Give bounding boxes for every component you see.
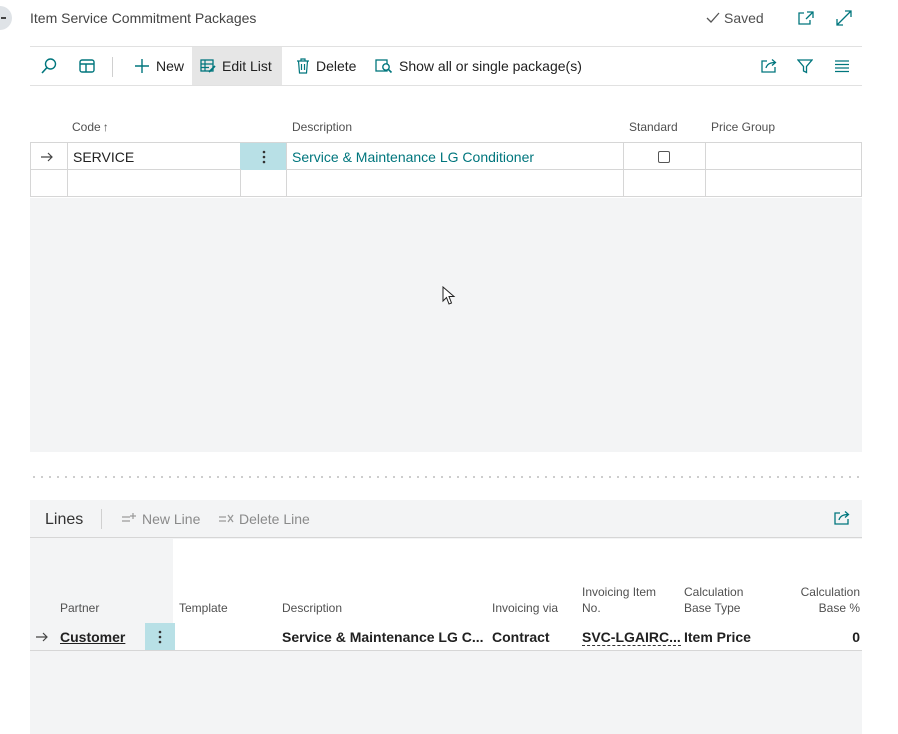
plus-icon: [135, 59, 149, 73]
page-title: Item Service Commitment Packages: [30, 10, 257, 26]
share-button[interactable]: [752, 47, 786, 85]
column-header-code[interactable]: Code ↑: [72, 120, 109, 134]
back-button[interactable]: [0, 6, 12, 30]
cell-border: [67, 143, 68, 169]
lines-divider: [101, 509, 102, 529]
row-arrow-icon: [36, 632, 48, 642]
header-line: Invoicing Item: [582, 585, 657, 599]
invoicing-via-cell[interactable]: Contract: [492, 629, 550, 645]
column-header-standard[interactable]: Standard: [629, 120, 678, 134]
column-header-partner[interactable]: Partner: [60, 600, 99, 616]
part-splitter[interactable]: [30, 476, 862, 478]
new-button[interactable]: New: [126, 47, 192, 85]
edit-list-icon: [200, 59, 216, 73]
list-empty-area: [30, 198, 862, 452]
more-vertical-icon: [158, 630, 162, 643]
title-bar: Item Service Commitment Packages Saved: [30, 0, 862, 36]
cell-border: [705, 143, 706, 169]
cell-border: [861, 143, 862, 169]
layout-button[interactable]: [70, 47, 104, 85]
cell-border: [286, 169, 287, 196]
mouse-cursor-icon: [442, 286, 456, 305]
row-arrow-icon: [41, 152, 53, 162]
expand-icon[interactable]: [834, 8, 854, 28]
lines-part: Lines New Line Delete Line Partner Templ…: [30, 500, 862, 734]
description-cell[interactable]: Service & Maintenance LG C...: [282, 629, 484, 645]
column-header-description[interactable]: Description: [282, 600, 342, 616]
toolbar-divider: [112, 57, 113, 77]
popout-icon[interactable]: [796, 8, 816, 28]
filter-button[interactable]: [789, 47, 821, 85]
delete-label: Delete: [316, 58, 357, 74]
table-row[interactable]: Customer Service & Maintenance LG C... C…: [30, 623, 862, 651]
column-header-invoicing-item-no[interactable]: Invoicing Item No.: [582, 584, 656, 616]
checkmark-icon: [706, 12, 720, 23]
cell-border: [240, 169, 241, 196]
search-button[interactable]: [32, 47, 66, 85]
column-header-description[interactable]: Description: [292, 120, 352, 134]
cell-border: [623, 169, 624, 196]
cell-border: [67, 169, 68, 196]
header-line: Calculation: [800, 585, 860, 599]
filter-icon: [797, 59, 813, 74]
lines-table: Partner Template Description Invoicing v…: [30, 539, 862, 734]
header-line: No.: [582, 601, 601, 615]
show-all-button[interactable]: Show all or single package(s): [367, 47, 590, 85]
saved-label: Saved: [724, 10, 764, 26]
delete-button[interactable]: Delete: [288, 47, 364, 85]
column-header-invoicing-via[interactable]: Invoicing via: [492, 600, 558, 616]
cell-border: [861, 169, 862, 196]
show-all-label: Show all or single package(s): [399, 58, 582, 74]
table-row[interactable]: SERVICE Service & Maintenance LG Conditi…: [30, 142, 862, 170]
calc-base-pct-cell[interactable]: 0: [830, 629, 860, 645]
line-actions-button[interactable]: [145, 623, 175, 650]
calc-base-type-cell[interactable]: Item Price: [684, 629, 751, 645]
search-icon: [41, 58, 57, 74]
cell-border: [705, 169, 706, 196]
cell-border: [30, 143, 31, 169]
column-header-calc-base-type[interactable]: Calculation Base Type: [684, 584, 743, 616]
edit-list-label: Edit List: [222, 58, 272, 74]
list-options-button[interactable]: [826, 47, 858, 85]
share-icon: [761, 59, 777, 73]
invoicing-item-no-cell[interactable]: SVC-LGAIRC...: [582, 629, 681, 646]
packages-list: Code ↑ Description Standard Price Group …: [30, 112, 862, 452]
header-line: Base Type: [684, 601, 741, 615]
code-header-label: Code: [72, 120, 101, 134]
lines-title[interactable]: Lines: [45, 511, 83, 529]
column-header-price-group[interactable]: Price Group: [711, 120, 775, 134]
cell-border: [286, 143, 287, 169]
header-line: Calculation: [684, 585, 744, 599]
layout-icon: [79, 59, 95, 73]
column-header-template[interactable]: Template: [179, 600, 228, 616]
new-label: New: [156, 58, 185, 74]
lines-share-button[interactable]: [832, 508, 852, 528]
empty-row[interactable]: [30, 169, 862, 197]
header-line: Base %: [818, 601, 860, 615]
show-package-icon: [375, 59, 393, 74]
delete-line-icon: [219, 514, 234, 523]
cell-border: [623, 143, 624, 169]
new-line-icon: [122, 513, 136, 522]
description-link[interactable]: Service & Maintenance LG Conditioner: [292, 149, 534, 165]
edit-list-button[interactable]: Edit List: [192, 47, 282, 85]
column-header-calc-base-pct[interactable]: Calculation Base %: [792, 584, 860, 616]
action-bar: New Edit List Delete Show all or single …: [30, 46, 862, 86]
delete-line-button[interactable]: Delete Line: [218, 511, 310, 527]
trash-icon: [297, 58, 309, 74]
partner-cell[interactable]: Customer: [60, 629, 125, 645]
list-options-icon: [835, 60, 849, 73]
new-line-label: New Line: [142, 511, 201, 527]
lines-header: Lines New Line Delete Line: [30, 500, 862, 538]
cell-border: [30, 169, 31, 196]
sort-ascending-icon: ↑: [102, 120, 109, 134]
standard-checkbox[interactable]: [658, 151, 670, 163]
delete-line-label: Delete Line: [239, 511, 310, 527]
more-vertical-icon: [262, 150, 265, 163]
share-icon: [834, 511, 850, 525]
code-cell[interactable]: SERVICE: [73, 149, 134, 165]
row-actions-button[interactable]: [240, 143, 287, 170]
saved-status: Saved: [706, 10, 764, 26]
new-line-button[interactable]: New Line: [121, 511, 200, 527]
